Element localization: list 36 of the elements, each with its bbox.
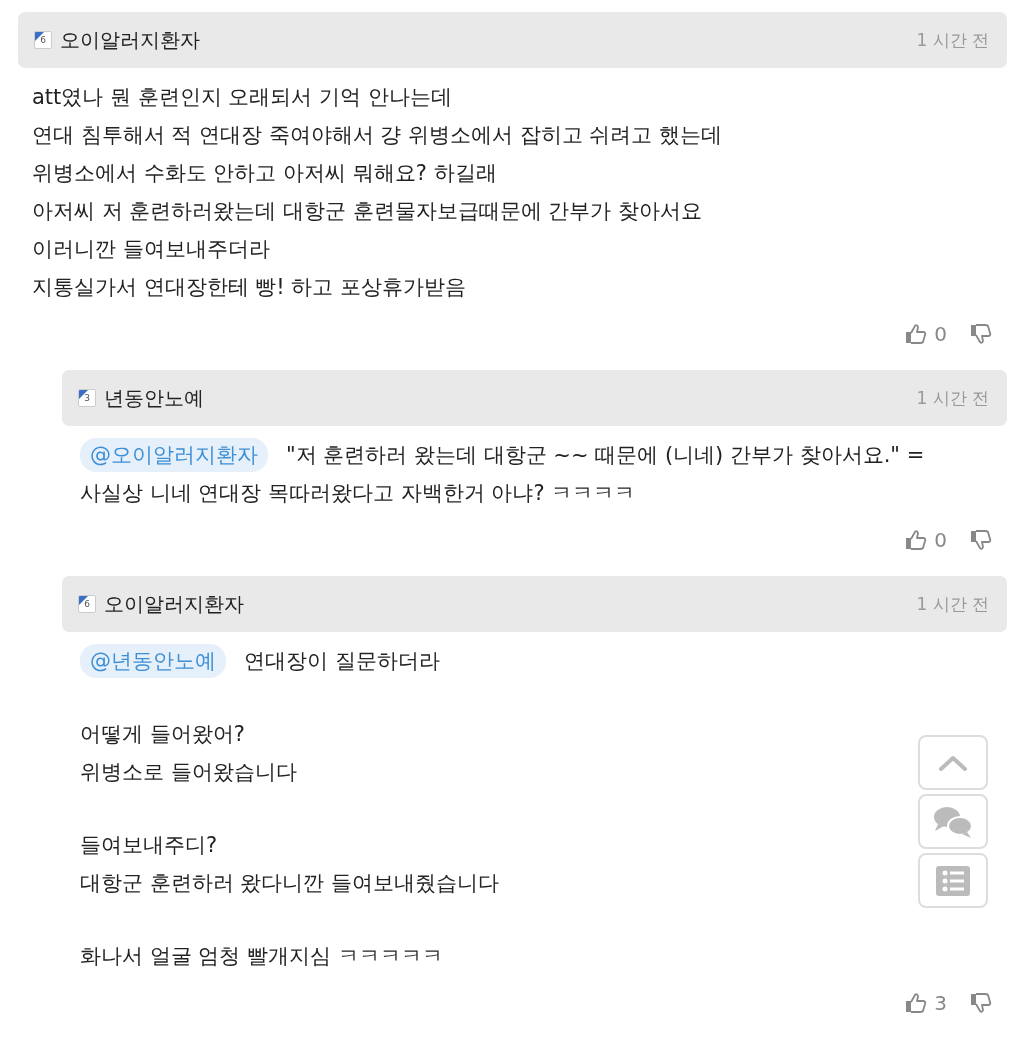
comment-text: 위병소로 들어왔습니다 bbox=[80, 759, 297, 786]
thumbs-down-icon[interactable] bbox=[969, 991, 993, 1015]
thumbs-up-icon[interactable] bbox=[904, 528, 929, 552]
author-name[interactable]: 오이알러지환자 bbox=[60, 26, 200, 54]
comment-text: att였나 뭔 훈련인지 오래되서 기억 안나는데 bbox=[32, 84, 452, 111]
author-name[interactable]: 오이알러지환자 bbox=[104, 590, 244, 618]
comment-text: 위병소에서 수화도 안하고 아저씨 뭐해요? 하길래 bbox=[32, 160, 497, 187]
comment-text: 대항군 훈련하러 왔다니깐 들여보내줬습니다 bbox=[80, 870, 500, 897]
level-badge: 3 bbox=[78, 389, 96, 407]
thumbs-down-icon[interactable] bbox=[969, 528, 993, 552]
timestamp: 1 시간 전 bbox=[916, 386, 989, 410]
level-badge: 6 bbox=[78, 595, 96, 613]
list-button[interactable] bbox=[918, 853, 988, 908]
level-badge: 6 bbox=[34, 31, 52, 49]
list-icon bbox=[936, 865, 970, 896]
thumbs-up-icon[interactable] bbox=[904, 322, 929, 346]
comments-button[interactable] bbox=[918, 794, 988, 849]
timestamp: 1 시간 전 bbox=[916, 28, 989, 52]
author-name[interactable]: 년동안노예 bbox=[104, 384, 204, 412]
comment-text: 사실상 니네 연대장 목따러왔다고 자백한거 아냐? ㅋㅋㅋㅋ bbox=[80, 480, 636, 507]
thumbs-down-icon[interactable] bbox=[969, 322, 993, 346]
comment-text: "저 훈련하러 왔는데 대항군 ~~ 때문에 (니네) 간부가 찾아서요." = bbox=[286, 442, 925, 469]
comment-text: 어떻게 들어왔어? bbox=[80, 721, 245, 748]
comment-text: 화나서 얼굴 엄청 빨개지심 ㅋㅋㅋㅋㅋ bbox=[80, 943, 443, 970]
like-count: 0 bbox=[934, 322, 947, 346]
comment-text: 연대 침투해서 적 연대장 죽여야해서 걍 위병소에서 잡히고 쉬려고 했는데 bbox=[32, 122, 723, 149]
comment-text: 이러니깐 들여보내주더라 bbox=[32, 236, 270, 263]
scroll-top-button[interactable] bbox=[918, 735, 988, 790]
like-count: 3 bbox=[934, 991, 947, 1015]
thumbs-up-icon[interactable] bbox=[904, 991, 929, 1015]
comment-text: 들여보내주디? bbox=[80, 832, 218, 859]
timestamp: 1 시간 전 bbox=[916, 592, 989, 616]
comment-text: 아저씨 저 훈련하러왔는데 대항군 훈련물자보급때문에 간부가 찾아서요 bbox=[32, 198, 703, 225]
like-count: 0 bbox=[934, 528, 947, 552]
comment-text: 연대장이 질문하더라 bbox=[244, 648, 440, 675]
comment-text: 지통실가서 연대장한테 빵! 하고 포상휴가받음 bbox=[32, 274, 467, 301]
